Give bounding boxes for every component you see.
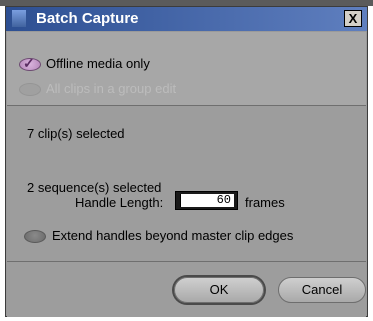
clips-selected-text: 7 clip(s) selected <box>27 126 125 141</box>
handle-length-label: Handle Length: <box>75 195 164 210</box>
extend-handles-label[interactable]: Extend handles beyond master clip edges <box>52 228 293 243</box>
handle-length-value[interactable]: 60 <box>180 194 234 207</box>
dialog-title: Batch Capture <box>36 10 139 27</box>
cancel-button[interactable]: Cancel <box>278 277 366 303</box>
selection-info-section: 7 clip(s) selected 2 sequence(s) selecte… <box>7 106 366 262</box>
offline-media-only-toggle[interactable]: ✓ <box>19 55 41 71</box>
options-section: ✓ Offline media only All clips in a grou… <box>7 32 366 106</box>
close-button[interactable]: X <box>344 10 362 27</box>
app-icon <box>12 10 26 27</box>
checkmark-icon: ✓ <box>23 55 35 71</box>
handle-length-field[interactable]: 60 <box>175 191 238 210</box>
close-icon: X <box>348 11 358 26</box>
sequences-selected-text: 2 sequence(s) selected <box>27 180 162 195</box>
ok-button[interactable]: OK <box>174 277 264 303</box>
extend-handles-toggle[interactable] <box>24 230 46 243</box>
all-clips-group-edit-toggle <box>19 83 41 96</box>
all-clips-group-edit-label: All clips in a group edit <box>46 81 177 96</box>
batch-capture-dialog: Batch Capture X ✓ Offline media only All… <box>5 6 368 317</box>
offline-media-only-label[interactable]: Offline media only <box>46 56 150 71</box>
frames-unit-label: frames <box>245 195 285 210</box>
text-cursor <box>180 194 181 207</box>
title-bar[interactable]: Batch Capture X <box>6 7 367 31</box>
